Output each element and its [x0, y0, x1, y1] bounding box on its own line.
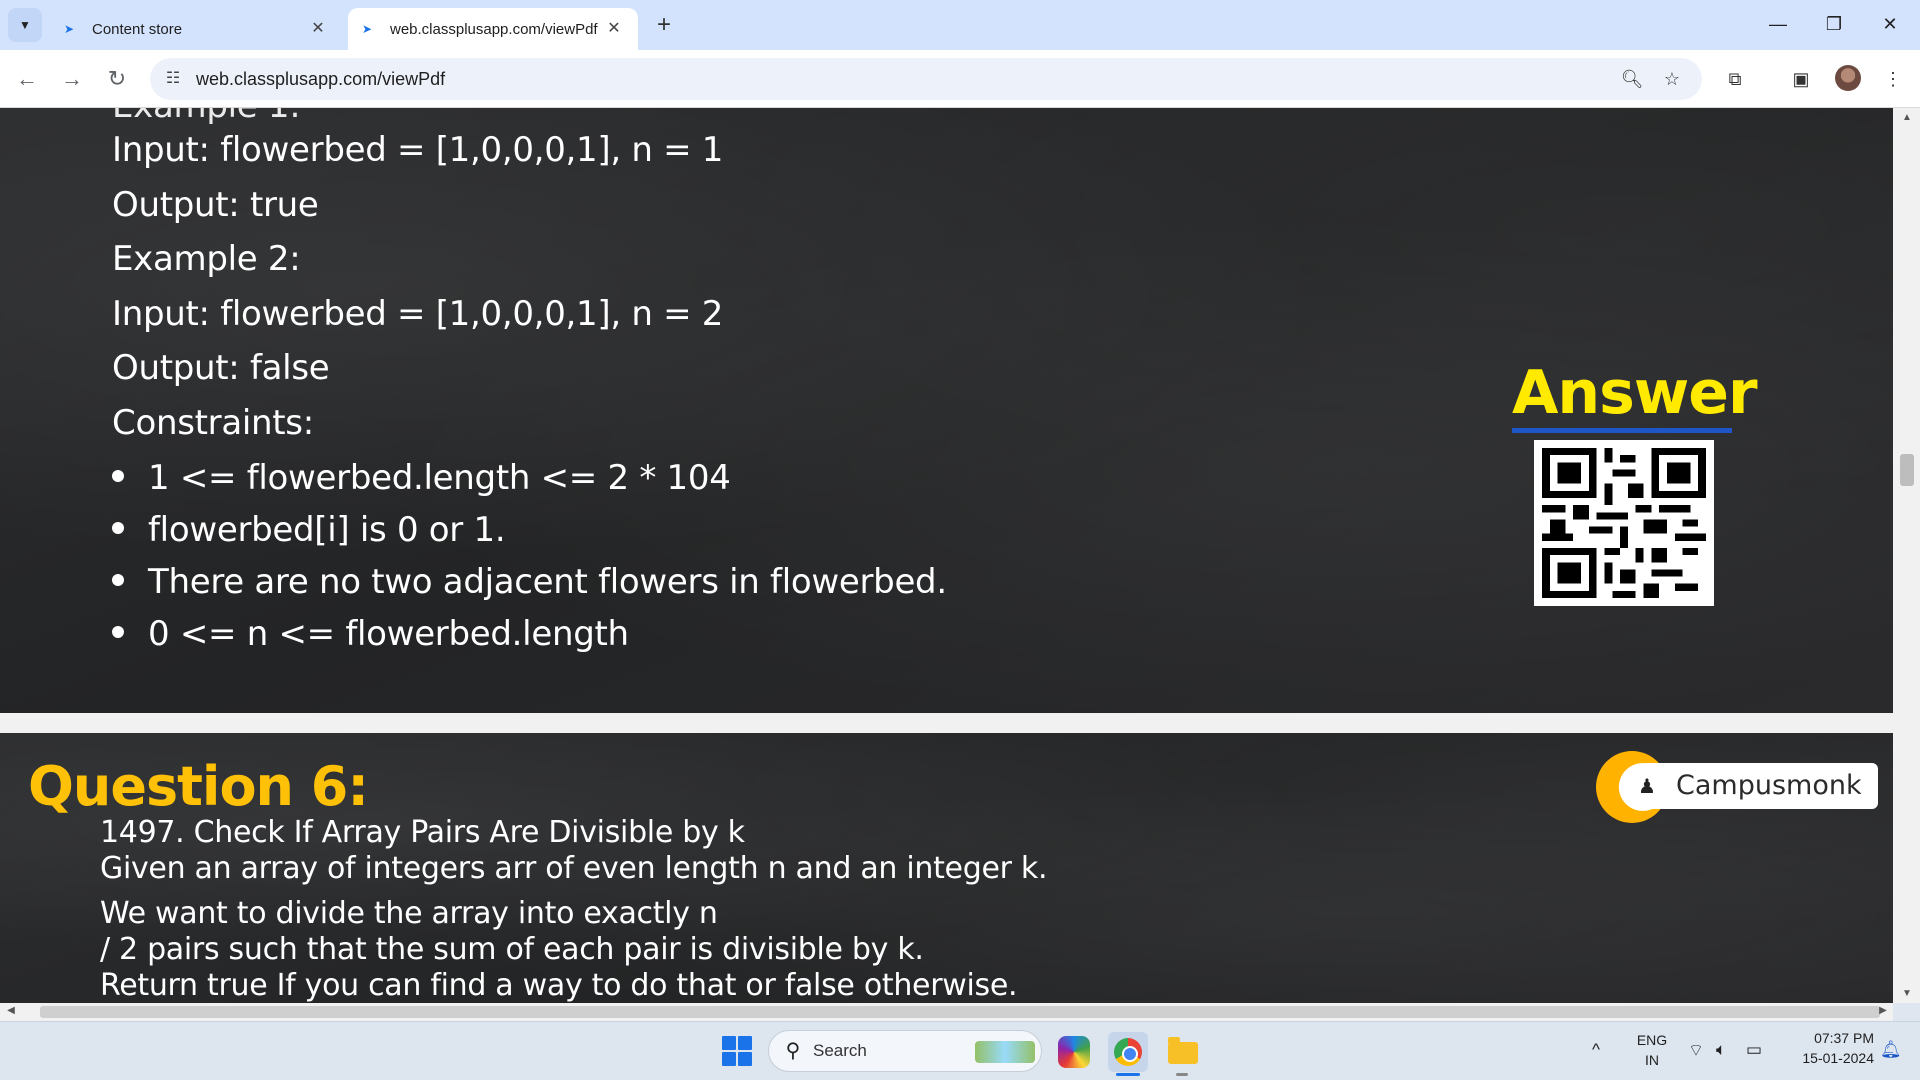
- search-label: Search: [813, 1041, 867, 1060]
- constraint-item: There are no two adjacent flowers in flo…: [112, 562, 947, 602]
- search-highlight-image: [975, 1041, 1035, 1063]
- constraint-text: 1 <= flowerbed.length <= 2 * 104: [148, 458, 731, 498]
- menu-icon[interactable]: ⋮: [1878, 64, 1908, 94]
- answer-underline: [1512, 428, 1732, 433]
- answer-label: Answer: [1512, 358, 1758, 428]
- bullet-icon: [112, 521, 124, 534]
- text-line: Input: flowerbed = [1,0,0,0,1], n = 1: [112, 130, 724, 170]
- chrome-logo-icon: [1114, 1038, 1142, 1066]
- chevron-down-icon: ▼: [19, 18, 31, 32]
- tab-search-button[interactable]: ▼: [8, 8, 42, 42]
- browser-toolbar: ← → ↻ ☷ web.classplusapp.com/viewPdf 🔍︎ …: [0, 50, 1920, 108]
- running-indicator: [1176, 1073, 1188, 1076]
- pdf-viewer[interactable]: Example 1: Input: flowerbed = [1,0,0,0,1…: [0, 108, 1893, 1003]
- bullet-icon: [112, 469, 124, 482]
- close-window-icon[interactable]: ✕: [1868, 10, 1912, 38]
- scroll-right-icon[interactable]: ▶: [1876, 1005, 1890, 1016]
- tab-content-store[interactable]: ➤ Content store ✕: [50, 8, 342, 50]
- scroll-thumb[interactable]: [40, 1006, 1880, 1018]
- constraint-item: 1 <= flowerbed.length <= 2 * 104: [112, 458, 731, 498]
- search-icon: ⚲: [785, 1040, 801, 1062]
- chevron-up-icon[interactable]: ^: [1592, 1040, 1600, 1060]
- tab-title: Content store: [92, 20, 183, 38]
- classplus-favicon-icon: ➤: [64, 22, 75, 36]
- folder-icon: [1168, 1037, 1198, 1064]
- constraint-text: flowerbed[i] is 0 or 1.: [148, 510, 506, 550]
- url-text[interactable]: web.classplusapp.com/viewPdf: [196, 58, 445, 100]
- classplus-favicon-icon: ➤: [362, 22, 373, 36]
- file-explorer-icon[interactable]: [1162, 1032, 1202, 1072]
- vertical-scrollbar[interactable]: ▲ ▼: [1893, 108, 1920, 1003]
- language-label[interactable]: ENG: [1634, 1032, 1670, 1048]
- taskbar: ⚲ Search ^ ENG IN ⌔ 🔈︎ ▭ 07:37 PM 15-01-…: [0, 1021, 1920, 1080]
- bullet-icon: [112, 573, 124, 586]
- site-info-icon[interactable]: ☷: [162, 68, 184, 90]
- horizontal-scrollbar[interactable]: ◀ ▶: [0, 1003, 1893, 1021]
- tab-title: web.classplusapp.com/viewPdf: [390, 20, 598, 38]
- text-line: Output: false: [112, 348, 330, 388]
- chrome-icon[interactable]: [1108, 1032, 1148, 1072]
- bullet-icon: [112, 625, 124, 638]
- volume-icon[interactable]: 🔈︎: [1716, 1040, 1726, 1060]
- text-line: Constraints:: [112, 403, 314, 443]
- windows-start-icon[interactable]: [722, 1036, 752, 1066]
- scroll-down-icon[interactable]: ▼: [1899, 988, 1915, 999]
- scroll-left-icon[interactable]: ◀: [4, 1005, 18, 1016]
- copilot-icon[interactable]: [1058, 1036, 1090, 1068]
- text-line: Example 2:: [112, 239, 301, 279]
- restore-icon[interactable]: ❐: [1812, 10, 1856, 38]
- zoom-icon[interactable]: 🔍︎: [1620, 67, 1644, 91]
- question-text-line: 1497. Check If Array Pairs Are Divisible…: [100, 815, 745, 850]
- tab-strip: ▼ ➤ Content store ✕ ➤ web.classplusapp.c…: [0, 0, 1920, 50]
- question-title: Question 6:: [28, 755, 369, 818]
- answer-qr-code-icon[interactable]: [1534, 440, 1714, 606]
- forward-icon[interactable]: →: [55, 62, 89, 96]
- cut-off-heading: Example 1:: [112, 108, 301, 126]
- running-indicator: [1116, 1073, 1140, 1076]
- brand-name: Campusmonk: [1676, 770, 1862, 801]
- pdf-page: Question 6: ♟ Campusmonk 1497. Check If …: [0, 733, 1893, 1003]
- clock-time[interactable]: 07:37 PM: [1780, 1030, 1874, 1046]
- pdf-page: Example 1: Input: flowerbed = [1,0,0,0,1…: [0, 108, 1893, 713]
- text-line: Input: flowerbed = [1,0,0,0,1], n = 2: [112, 294, 724, 334]
- clock-date[interactable]: 15-01-2024: [1780, 1050, 1874, 1066]
- taskbar-search[interactable]: ⚲ Search: [768, 1030, 1042, 1072]
- scroll-up-icon[interactable]: ▲: [1899, 112, 1915, 123]
- wifi-icon[interactable]: ⌔: [1688, 1040, 1704, 1061]
- profile-avatar[interactable]: [1835, 65, 1861, 91]
- new-tab-button[interactable]: +: [650, 12, 678, 40]
- monk-icon: ♟: [1638, 774, 1656, 798]
- side-panel-icon[interactable]: ▣: [1786, 64, 1816, 94]
- constraint-text: 0 <= n <= flowerbed.length: [148, 614, 629, 654]
- address-bar[interactable]: ☷ web.classplusapp.com/viewPdf 🔍︎ ☆: [150, 58, 1702, 100]
- question-text-line: / 2 pairs such that the sum of each pair…: [100, 932, 924, 967]
- scroll-thumb[interactable]: [1900, 454, 1914, 486]
- question-text-line: Given an array of integers arr of even l…: [100, 851, 1048, 886]
- extensions-icon[interactable]: ⧉: [1720, 64, 1750, 94]
- text-line: Output: true: [112, 185, 319, 225]
- close-tab-icon[interactable]: ✕: [604, 19, 624, 39]
- battery-icon[interactable]: ▭: [1746, 1040, 1762, 1060]
- tab-viewpdf[interactable]: ➤ web.classplusapp.com/viewPdf ✕: [348, 8, 638, 50]
- back-icon[interactable]: ←: [10, 62, 44, 96]
- reload-icon[interactable]: ↻: [100, 62, 134, 96]
- question-text-line: Return true If you can find a way to do …: [100, 968, 1018, 1003]
- bookmark-star-icon[interactable]: ☆: [1660, 67, 1684, 91]
- constraint-text: There are no two adjacent flowers in flo…: [148, 562, 947, 602]
- constraint-item: 0 <= n <= flowerbed.length: [112, 614, 629, 654]
- constraint-item: flowerbed[i] is 0 or 1.: [112, 510, 506, 550]
- region-label[interactable]: IN: [1634, 1052, 1670, 1068]
- notification-bell-icon[interactable]: 🔔︎: [1880, 1040, 1902, 1060]
- close-tab-icon[interactable]: ✕: [308, 19, 328, 39]
- minimize-icon[interactable]: —: [1756, 10, 1800, 38]
- question-text-line: We want to divide the array into exactly…: [100, 896, 718, 931]
